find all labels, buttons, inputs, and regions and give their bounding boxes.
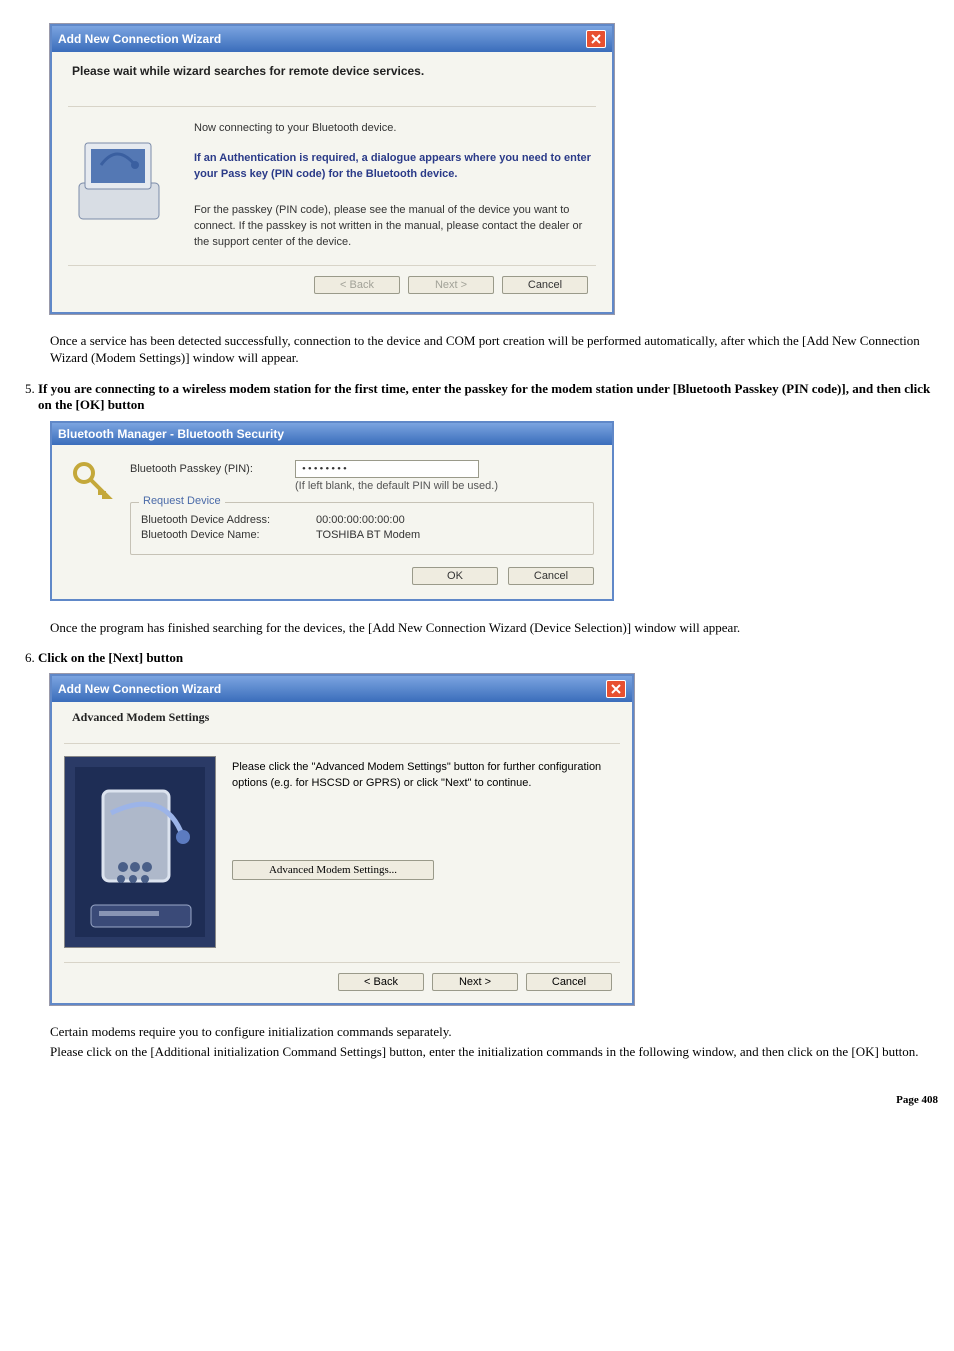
cancel-button[interactable]: Cancel xyxy=(508,567,594,585)
back-button: < Back xyxy=(314,276,400,294)
connecting-text: Now connecting to your Bluetooth device. xyxy=(194,121,596,137)
pin-hint: (If left blank, the default PIN will be … xyxy=(295,480,594,492)
step-6-text: Click on the [Next] button xyxy=(38,650,183,665)
titlebar: Add New Connection Wizard xyxy=(52,26,612,52)
bluetooth-security-dialog: Bluetooth Manager - Bluetooth Security B… xyxy=(50,421,614,601)
advanced-modem-dialog: Add New Connection Wizard Advanced Modem… xyxy=(50,674,634,1005)
close-icon[interactable] xyxy=(586,30,606,48)
pin-input[interactable]: •••••••• xyxy=(295,460,479,478)
device-name-label: Bluetooth Device Name: xyxy=(141,529,316,541)
dialog-heading: Please wait while wizard searches for re… xyxy=(68,62,596,96)
body-text-3a: Certain modems require you to configure … xyxy=(50,1023,944,1041)
wizard-graphic xyxy=(68,121,178,251)
step-5-text: If you are connecting to a wireless mode… xyxy=(38,381,930,412)
wizard-search-dialog: Add New Connection Wizard Please wait wh… xyxy=(50,24,614,314)
device-address-value: 00:00:00:00:00:00 xyxy=(316,514,405,526)
passkey-help-text: For the passkey (PIN code), please see t… xyxy=(194,203,596,251)
window-title: Bluetooth Manager - Bluetooth Security xyxy=(58,427,284,441)
titlebar: Bluetooth Manager - Bluetooth Security xyxy=(52,423,612,445)
back-button[interactable]: < Back xyxy=(338,973,424,991)
cancel-button[interactable]: Cancel xyxy=(502,276,588,294)
adv-instruction-text: Please click the "Advanced Modem Setting… xyxy=(232,760,620,792)
wizard-graphic xyxy=(64,756,216,948)
window-title: Add New Connection Wizard xyxy=(58,32,221,46)
device-address-label: Bluetooth Device Address: xyxy=(141,514,316,526)
pin-label: Bluetooth Passkey (PIN): xyxy=(130,463,295,475)
body-text-3b: Please click on the [Additional initiali… xyxy=(50,1043,944,1061)
step-5: If you are connecting to a wireless mode… xyxy=(38,381,944,413)
advanced-settings-button[interactable]: Advanced Modem Settings... xyxy=(232,860,434,880)
cancel-button[interactable]: Cancel xyxy=(526,973,612,991)
group-legend: Request Device xyxy=(139,495,225,507)
ok-button[interactable]: OK xyxy=(412,567,498,585)
next-button: Next > xyxy=(408,276,494,294)
page-footer: Page 408 xyxy=(10,1094,944,1106)
request-device-group: Request Device Bluetooth Device Address:… xyxy=(130,502,594,555)
dialog-heading: Advanced Modem Settings xyxy=(64,708,620,743)
titlebar: Add New Connection Wizard xyxy=(52,676,632,702)
auth-required-text: If an Authentication is required, a dial… xyxy=(194,151,596,183)
body-text-1: Once a service has been detected success… xyxy=(50,332,944,367)
key-icon xyxy=(70,457,114,501)
window-title: Add New Connection Wizard xyxy=(58,682,221,696)
step-6: Click on the [Next] button xyxy=(38,650,944,666)
device-name-value: TOSHIBA BT Modem xyxy=(316,529,420,541)
next-button[interactable]: Next > xyxy=(432,973,518,991)
body-text-2: Once the program has finished searching … xyxy=(50,619,944,637)
close-icon[interactable] xyxy=(606,680,626,698)
